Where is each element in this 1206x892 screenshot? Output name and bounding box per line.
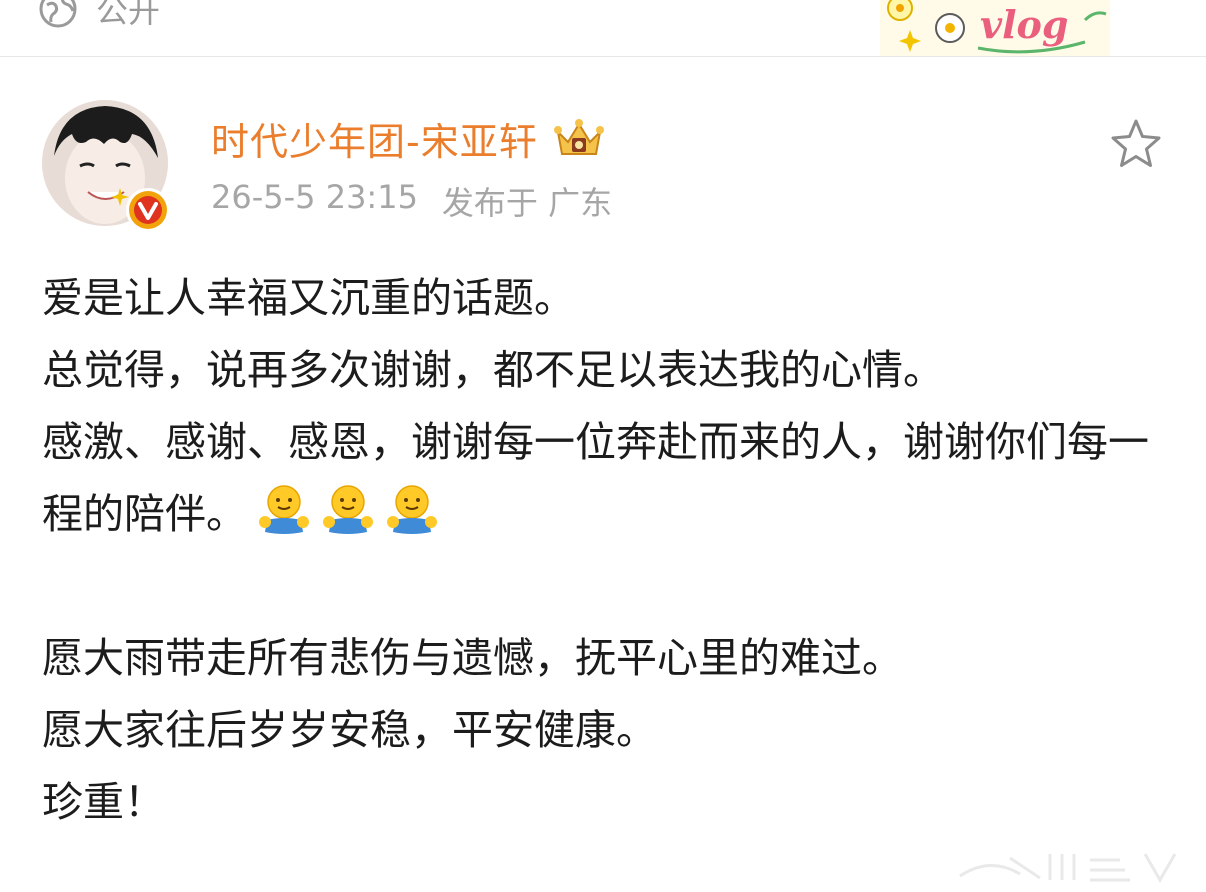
hug-emoji-icon xyxy=(323,485,373,534)
visibility-indicator[interactable]: 公开 xyxy=(38,0,160,32)
crown-icon[interactable] xyxy=(552,116,606,160)
post-meta: 26-5-5 23:15 发布于 广东 xyxy=(211,178,612,224)
post-paragraph: 愿大家往后岁岁安稳，平安健康。 xyxy=(42,706,657,754)
top-bar: 公开 vlog xyxy=(0,0,1206,57)
post-paragraph: 总觉得，说再多次谢谢，都不足以表达我的心情。 xyxy=(42,346,944,394)
watermark-graphic xyxy=(959,853,1177,884)
vlog-sticker: vlog xyxy=(880,0,1110,56)
flower-icon xyxy=(887,0,913,21)
flower-icon xyxy=(935,13,965,43)
globe-icon xyxy=(39,0,77,28)
post-paragraph: 愿大雨带走所有悲伤与遗憾，抚平心里的难过。 xyxy=(42,634,903,682)
verified-badge-icon xyxy=(126,188,170,232)
hug-emoji-icon xyxy=(387,485,437,534)
post-paragraph: 感激、感谢、感恩，谢谢每一位奔赴而来的人，谢谢你们每一程的陪伴。 xyxy=(42,406,1162,550)
star-icon[interactable] xyxy=(1108,116,1164,172)
post-timestamp: 26-5-5 23:15 xyxy=(211,178,418,216)
author-name[interactable]: 时代少年团-宋亚轩 xyxy=(211,111,538,166)
post-body: 爱是让人幸福又沉重的话题。 总觉得，说再多次谢谢，都不足以表达我的心情。 感激、… xyxy=(42,262,1182,838)
post-location: 发布于 广东 xyxy=(441,184,613,222)
author-row: 时代少年团-宋亚轩 xyxy=(211,112,606,164)
post-paragraph: 珍重！ xyxy=(42,778,165,826)
post-paragraph-text: 感激、感谢、感恩，谢谢每一位奔赴而来的人，谢谢你们每一程的陪伴。 xyxy=(42,418,1149,538)
sticker-text: vlog xyxy=(980,2,1068,47)
hug-emoji-icon xyxy=(259,485,309,534)
post-paragraph: 爱是让人幸福又沉重的话题。 xyxy=(42,274,575,322)
visibility-label: 公开 xyxy=(96,0,161,30)
